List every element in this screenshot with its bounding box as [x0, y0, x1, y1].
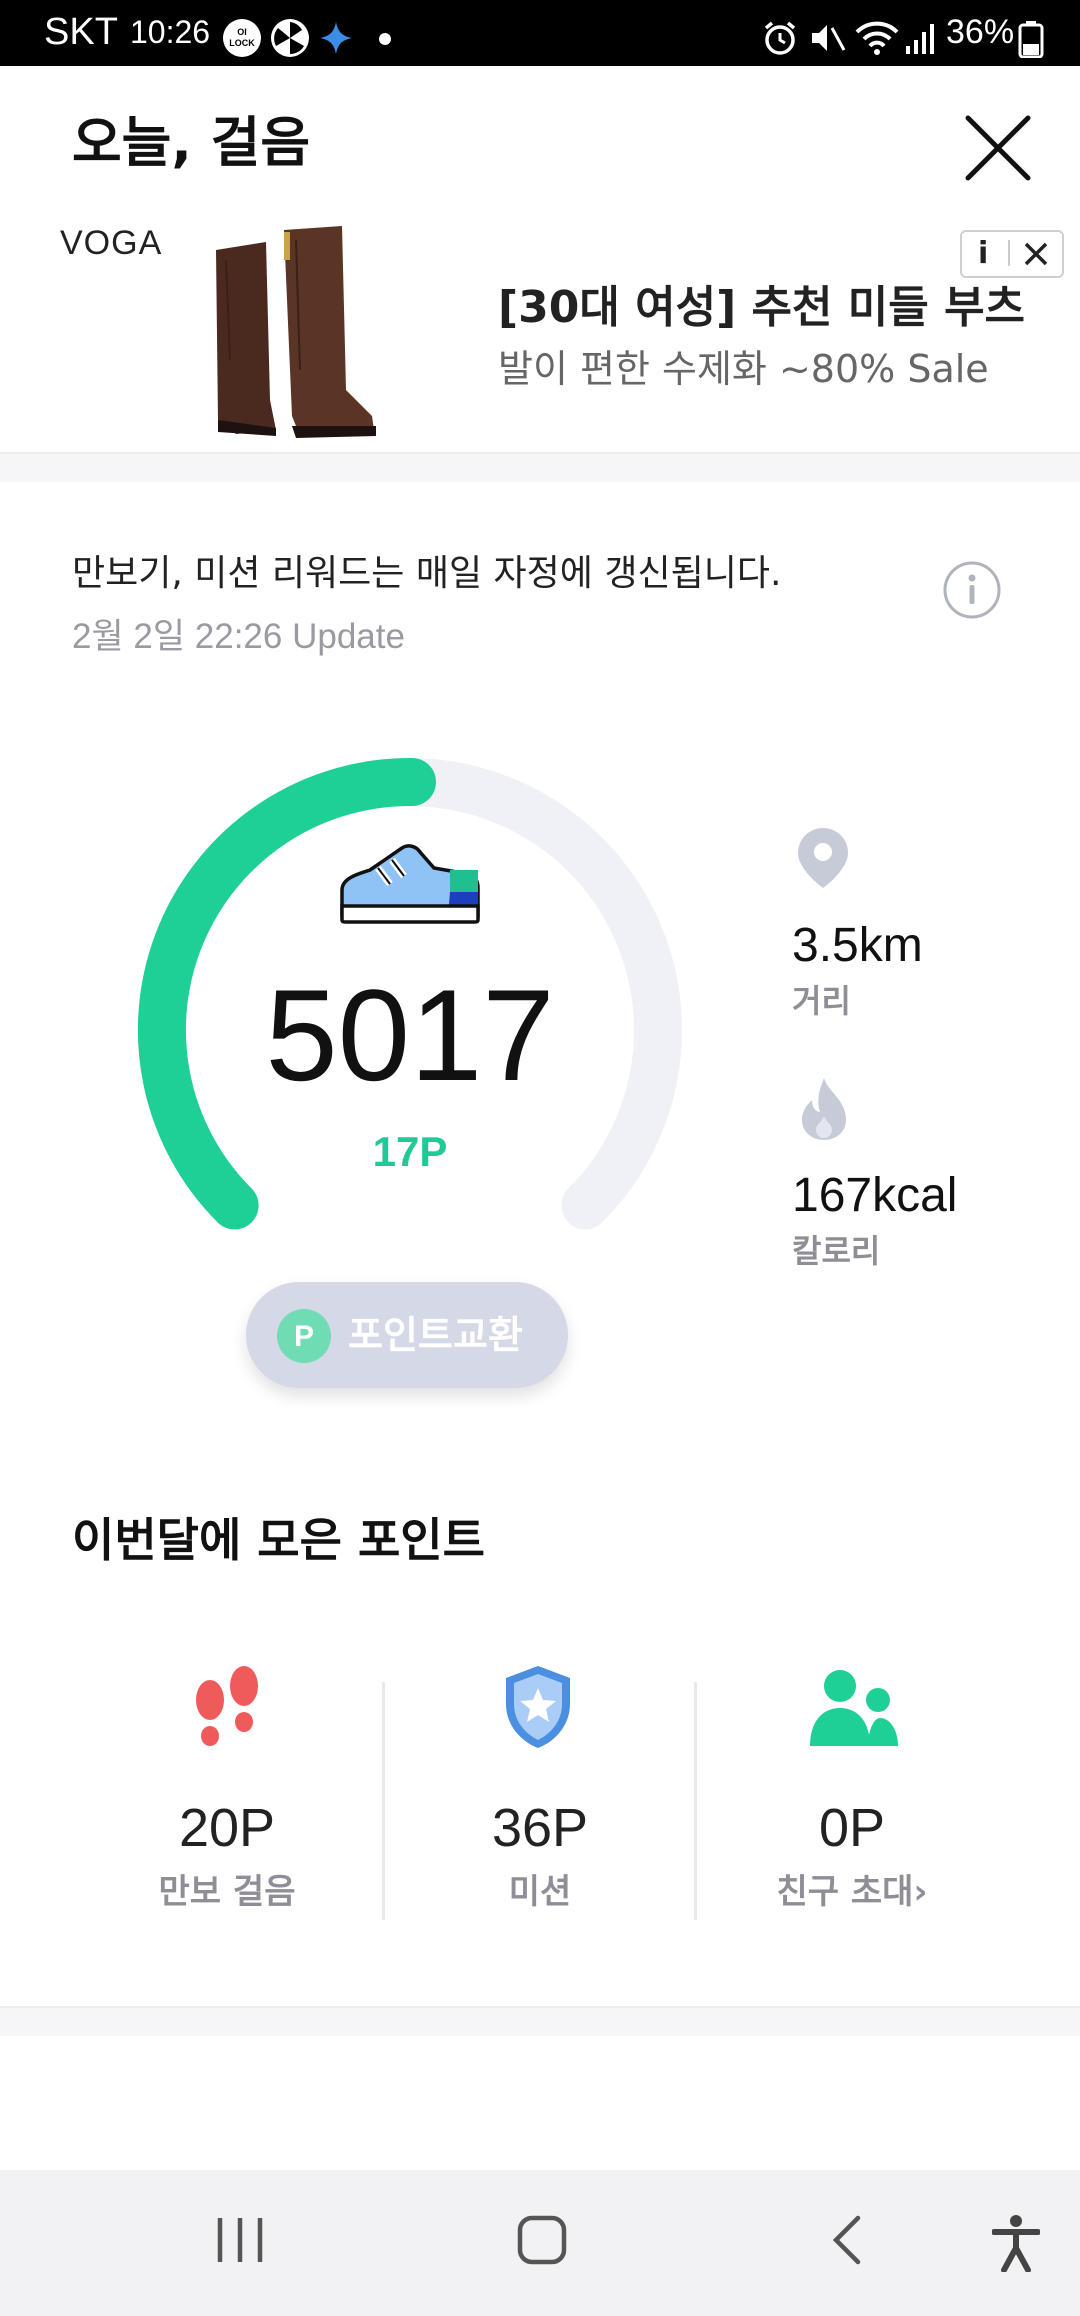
walk-points-value: 20P	[178, 1798, 276, 1858]
alarm-icon	[764, 21, 796, 55]
page-title: 오늘, 걸음	[72, 111, 311, 174]
chevron-right-icon[interactable]: ›	[913, 1872, 927, 1912]
point-badge-icon: P	[277, 1309, 331, 1363]
notification-dot-icon	[379, 33, 391, 45]
step-count: 5017	[265, 962, 555, 1108]
invite-friends-link[interactable]: 친구 초대›	[702, 1868, 1002, 1916]
reset-notice: 만보기, 미션 리워드는 매일 자정에 갱신됩니다.	[72, 553, 782, 594]
footprints-icon	[196, 1666, 258, 1746]
lock-app-icon: OI LOCK	[223, 19, 261, 57]
mission-points-label: 미션	[508, 1872, 572, 1912]
monthly-points-title: 이번달에 모은 포인트	[72, 1513, 485, 1567]
boots-product-image	[216, 226, 376, 438]
update-timestamp: 2월 2일 22:26 Update	[72, 617, 405, 656]
svg-text:P: P	[294, 1320, 314, 1353]
svg-text:OI: OI	[237, 27, 247, 37]
svg-text:LOCK: LOCK	[229, 38, 255, 48]
battery-icon	[1018, 21, 1044, 58]
friends-icon	[810, 1670, 898, 1746]
column-divider	[382, 1682, 385, 1920]
fan-app-icon	[271, 19, 309, 57]
walk-points-label: 만보 걸음	[158, 1872, 296, 1912]
mission-points-value: 36P	[491, 1798, 589, 1858]
close-icon	[965, 115, 1031, 181]
column-divider	[694, 1682, 697, 1920]
system-nav-bar	[0, 2170, 1080, 2316]
invite-points-value: 0P	[818, 1798, 886, 1858]
sneaker-icon	[340, 844, 480, 924]
calorie-label: 칼로리	[792, 1232, 881, 1270]
distance-value: 3.5km	[792, 919, 923, 972]
ad-title[interactable]: [30대 여성] 추천 미들 부츠	[498, 280, 1025, 336]
invite-friends-label[interactable]: 친구 초대	[777, 1872, 914, 1912]
shield-star-icon	[506, 1666, 570, 1748]
back-icon	[832, 2215, 861, 2265]
mute-icon	[812, 25, 846, 51]
ad-subtitle[interactable]: 발이 편한 수제화 ~80% Sale	[498, 343, 989, 395]
ad-info-box[interactable]: i	[960, 230, 1064, 278]
info-button[interactable]	[942, 560, 1002, 620]
ad-brand-logo: VOGA	[60, 224, 163, 262]
recent-apps-button[interactable]	[214, 2214, 266, 2266]
battery-percent: 36%	[946, 13, 1015, 51]
distance-label: 거리	[792, 982, 851, 1020]
section-divider	[0, 452, 1080, 482]
section-divider	[0, 2006, 1080, 2036]
back-button[interactable]	[826, 2214, 870, 2266]
home-button[interactable]	[516, 2214, 568, 2266]
wifi-icon	[855, 21, 899, 55]
point-exchange-label[interactable]: 포인트교환	[348, 1308, 523, 1362]
carrier-label: SKT	[44, 11, 118, 53]
ad-info-separator	[1008, 240, 1010, 266]
flame-icon	[802, 1078, 846, 1140]
sparkle-app-icon	[320, 22, 352, 54]
ad-close-icon[interactable]	[1022, 240, 1050, 268]
today-points: 17P	[372, 1128, 448, 1175]
accessibility-button[interactable]	[992, 2214, 1040, 2272]
close-button[interactable]	[962, 112, 1034, 184]
signal-icon	[906, 24, 934, 54]
location-pin-icon	[798, 828, 848, 888]
calorie-value: 167kcal	[792, 1169, 958, 1222]
clock: 10:26	[130, 14, 211, 50]
recent-apps-icon	[217, 2218, 263, 2262]
home-icon	[517, 2215, 567, 2265]
status-bar: SKT 10:26 OI LOCK 36%	[0, 0, 1080, 66]
ad-info-icon[interactable]: i	[978, 234, 988, 274]
